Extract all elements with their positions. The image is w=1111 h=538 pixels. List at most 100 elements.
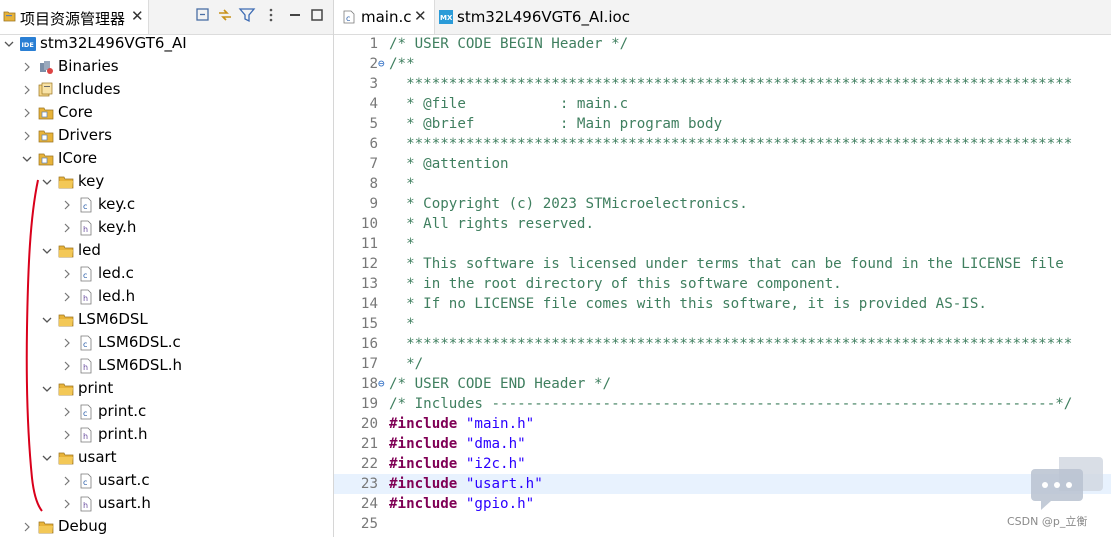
chevron-right-icon[interactable] — [62, 407, 72, 417]
tree-item[interactable]: h led.h — [0, 286, 333, 308]
tree-item[interactable]: c usart.c — [0, 470, 333, 492]
close-icon[interactable]: ✕ — [414, 7, 427, 25]
fold-toggle-icon[interactable]: ⊖ — [378, 374, 388, 394]
tree-item[interactable]: Debug — [0, 516, 333, 538]
chevron-down-icon[interactable] — [42, 384, 52, 394]
chevron-right-icon[interactable] — [62, 430, 72, 440]
tree-item[interactable]: c key.c — [0, 194, 333, 216]
line-number: 4 — [369, 96, 378, 112]
project-explorer-icon — [3, 11, 16, 22]
code-line: 22 #include "i2c.h" — [334, 454, 1111, 474]
chevron-right-icon[interactable] — [62, 499, 72, 509]
chevron-down-icon[interactable] — [42, 246, 52, 256]
code-editor[interactable]: 1/* USER CODE BEGIN Header */2 ⊖/** 3 ****… — [334, 34, 1111, 537]
tree-item[interactable]: usart — [0, 447, 333, 469]
line-number: 9 — [369, 196, 378, 212]
chevron-down-icon[interactable] — [22, 154, 32, 164]
tree-item-label: usart — [78, 448, 117, 466]
chevron-right-icon[interactable] — [62, 223, 72, 233]
tree-item[interactable]: h usart.h — [0, 493, 333, 515]
includes-icon — [38, 82, 53, 97]
code-line: 25 — [334, 514, 1111, 534]
tree-item[interactable]: LSM6DSL — [0, 309, 333, 331]
view-menu-icon[interactable] — [262, 6, 280, 24]
tree-item[interactable]: Includes — [0, 79, 333, 101]
code-line: 23 #include "usart.h" — [334, 474, 1111, 494]
keyword-token: #include — [389, 436, 458, 452]
code-text: /* Includes ----------------------------… — [389, 394, 1111, 414]
tree-item[interactable]: Drivers — [0, 125, 333, 147]
comment-token — [457, 476, 466, 492]
collapse-all-icon[interactable] — [194, 6, 212, 24]
line-number: 12 — [360, 256, 378, 272]
chevron-right-icon[interactable] — [62, 338, 72, 348]
filter-icon[interactable] — [238, 6, 256, 24]
line-number: 18 — [360, 376, 378, 392]
tree-item[interactable]: ICore — [0, 148, 333, 170]
tab-project-explorer[interactable]: 项目资源管理器 ✕ — [0, 0, 149, 34]
code-text: #include "i2c.h" — [389, 454, 1111, 474]
tree-item[interactable]: Binaries — [0, 56, 333, 78]
comment-token: * @brief : Main program body — [389, 116, 723, 132]
folder-icon — [58, 314, 74, 327]
c-file-icon: c — [343, 10, 355, 24]
svg-text:c: c — [83, 202, 87, 211]
svg-text:c: c — [83, 271, 87, 280]
chevron-right-icon[interactable] — [22, 108, 32, 118]
chevron-down-icon[interactable] — [42, 177, 52, 187]
close-icon[interactable]: ✕ — [131, 7, 144, 25]
tree-item[interactable]: h key.h — [0, 217, 333, 239]
maximize-icon[interactable] — [308, 6, 326, 24]
chevron-right-icon[interactable] — [62, 361, 72, 371]
tree-item[interactable]: c led.c — [0, 263, 333, 285]
minimize-icon[interactable] — [286, 6, 304, 24]
c-file-icon: c — [80, 197, 92, 213]
tree-item[interactable]: h print.h — [0, 424, 333, 446]
comment-token — [457, 496, 466, 512]
tree-item-label: led — [78, 241, 101, 259]
tree-item[interactable]: c LSM6DSL.c — [0, 332, 333, 354]
tree-item-label: led.c — [98, 264, 134, 282]
code-text: #include "dma.h" — [389, 434, 1111, 454]
svg-text:h: h — [83, 501, 88, 510]
tree-item-label: Binaries — [58, 57, 119, 75]
chevron-right-icon[interactable] — [62, 476, 72, 486]
chevron-right-icon[interactable] — [62, 200, 72, 210]
folder-icon — [58, 452, 74, 465]
comment-token: * — [389, 236, 415, 252]
chevron-down-icon[interactable] — [42, 453, 52, 463]
comment-token: ****************************************… — [389, 336, 1073, 352]
tree-item[interactable]: Core — [0, 102, 333, 124]
tree-item-label: LSM6DSL — [78, 310, 148, 328]
comment-token: * If no LICENSE file comes with this sof… — [389, 296, 987, 312]
tree-item[interactable]: led — [0, 240, 333, 262]
tree-item[interactable]: IDE stm32L496VGT6_AI — [0, 33, 333, 55]
chevron-right-icon[interactable] — [22, 85, 32, 95]
chevron-right-icon[interactable] — [62, 269, 72, 279]
svg-text:c: c — [346, 14, 350, 23]
binaries-icon — [40, 61, 53, 74]
chevron-right-icon[interactable] — [62, 292, 72, 302]
line-number: 16 — [360, 336, 378, 352]
chevron-right-icon[interactable] — [22, 522, 32, 532]
chevron-down-icon[interactable] — [42, 315, 52, 325]
chevron-right-icon[interactable] — [22, 62, 32, 72]
tree-item[interactable]: c print.c — [0, 401, 333, 423]
tree-item[interactable]: key — [0, 171, 333, 193]
chevron-down-icon[interactable] — [4, 39, 14, 49]
tree-item-label: LSM6DSL.c — [98, 333, 181, 351]
chat-bubble-icon — [1031, 457, 1103, 510]
tree-item[interactable]: h LSM6DSL.h — [0, 355, 333, 377]
tab-main-c[interactable]: c main.c ✕ — [334, 0, 435, 34]
tree-item-label: LSM6DSL.h — [98, 356, 183, 374]
code-text: #include "main.h" — [389, 414, 1111, 434]
c-file-icon: c — [80, 266, 92, 282]
fold-toggle-icon[interactable]: ⊖ — [378, 54, 388, 74]
chevron-right-icon[interactable] — [22, 131, 32, 141]
tree-item-label: print.h — [98, 425, 148, 443]
editor-area: c main.c ✕ MX stm32L496VGT6_AI.ioc 1 /* U… — [334, 0, 1111, 537]
tree-item[interactable]: print — [0, 378, 333, 400]
line-number: 1 — [369, 36, 378, 52]
tab-ioc-file[interactable]: MX stm32L496VGT6_AI.ioc — [435, 0, 635, 34]
link-editor-icon[interactable] — [216, 6, 234, 24]
